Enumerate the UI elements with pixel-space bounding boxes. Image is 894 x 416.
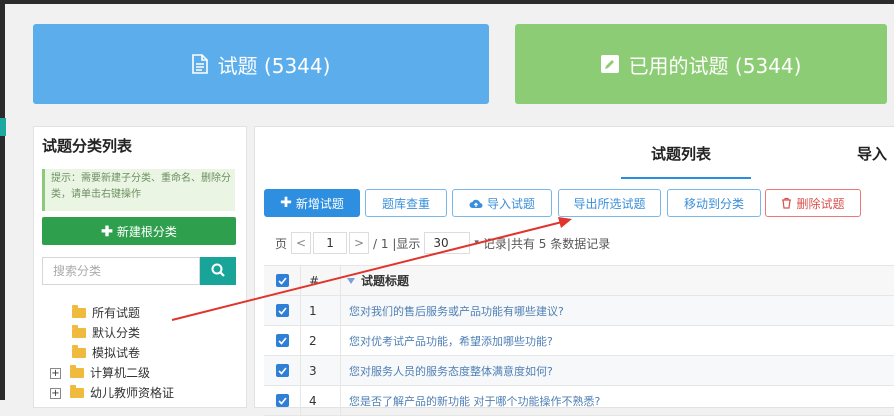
tree-item-teacher-cert[interactable]: + 幼儿教师资格证: [50, 383, 240, 403]
add-question-label: 新增试题: [295, 196, 344, 211]
add-question-button[interactable]: ✚ 新增试题: [264, 189, 360, 217]
move-to-category-label: 移动到分类: [683, 196, 744, 211]
trash-icon: [781, 197, 792, 209]
delete-questions-label: 删除试题: [796, 196, 845, 211]
row-checkbox[interactable]: [275, 394, 289, 407]
category-search-input[interactable]: 搜索分类: [42, 257, 200, 285]
search-icon: [211, 263, 225, 280]
per-page-value: 30: [433, 236, 449, 250]
row-check-cell: [264, 326, 301, 355]
tree-item-label: 计算机二级: [90, 366, 151, 380]
side-accent-mark: [0, 118, 6, 136]
edit-icon: [600, 55, 619, 73]
row-number: 2: [301, 326, 341, 355]
header-check-cell: [264, 266, 301, 295]
tree-item-default[interactable]: 默认分类: [50, 323, 240, 343]
table-header-row: # 试题标题: [264, 265, 894, 296]
expand-icon[interactable]: +: [50, 367, 61, 379]
folder-icon: [72, 345, 86, 358]
tree-item-label: 幼儿教师资格证: [90, 386, 175, 400]
per-page-select[interactable]: 30: [424, 232, 471, 254]
row-checkbox[interactable]: [275, 334, 289, 347]
import-questions-label: 导入试题: [486, 196, 535, 211]
pagination: 页 < 1 > / 1 |显示 30 ▾ 记录|共有 5 条数据记录: [275, 231, 610, 255]
dedupe-label: 题库查重: [381, 196, 430, 211]
used-questions-card[interactable]: 已用的试题 (5344): [515, 24, 887, 104]
question-title-link[interactable]: 您是否了解产品的新功能 对于哪个功能操作不熟悉?: [341, 386, 600, 415]
table-row[interactable]: 2 您对优考试产品功能，希望添加哪些功能?: [264, 326, 894, 356]
sort-arrow-icon: [347, 277, 355, 284]
export-selected-button[interactable]: 导出所选试题: [558, 189, 661, 217]
tree-item-all[interactable]: 所有试题: [50, 303, 240, 323]
header-title: 试题标题: [361, 274, 410, 288]
window-frame-left: [0, 0, 5, 400]
header-title-cell[interactable]: 试题标题: [341, 266, 409, 295]
question-list-panel: 试题列表 导入 ✚ 新增试题 题库查重 导入试题 导出所选试题 移动到分类 删除…: [254, 126, 894, 416]
folder-icon: [70, 385, 84, 398]
dropdown-caret-icon: ▾: [474, 238, 479, 248]
category-tip: 提示：需要新建子分类、重命名、删除分类，请单击右键操作: [42, 169, 235, 211]
row-number: 4: [301, 386, 341, 415]
question-title-link[interactable]: 您对服务人员的服务态度整体满意度如何?: [341, 356, 553, 385]
used-questions-label: 已用的试题 (5344): [628, 53, 802, 78]
row-checkbox[interactable]: [275, 304, 289, 317]
page-number-input[interactable]: 1: [313, 232, 348, 254]
question-table: # 试题标题 1 您对我们的售后服务或产品功能有哪些建议? 2 您对优考试产品功…: [264, 265, 894, 416]
category-search-button[interactable]: [200, 257, 236, 285]
category-panel: 试题分类列表 提示：需要新建子分类、重命名、删除分类，请单击右键操作 ✚ 新建根…: [33, 126, 247, 408]
row-check-cell: [264, 386, 301, 415]
tree-item-label: 默认分类: [92, 326, 141, 340]
row-checkbox[interactable]: [275, 364, 289, 377]
document-icon: [191, 54, 208, 74]
header-num[interactable]: #: [301, 266, 341, 295]
folder-icon: [72, 325, 86, 338]
new-root-category-button[interactable]: ✚ 新建根分类: [42, 217, 236, 245]
tree-item-computer-level2[interactable]: + 计算机二级: [50, 363, 240, 383]
new-root-category-label: 新建根分类: [116, 224, 177, 239]
dedupe-button[interactable]: 题库查重: [365, 189, 447, 217]
folder-icon: [70, 365, 84, 378]
page-total: / 1 |显示: [373, 236, 421, 251]
table-row[interactable]: 4 您是否了解产品的新功能 对于哪个功能操作不熟悉?: [264, 386, 894, 416]
page-label: 页: [275, 236, 288, 251]
questions-count-label: 试题 (5344): [217, 53, 331, 78]
questions-count-card[interactable]: 试题 (5344): [33, 24, 489, 104]
question-title-link[interactable]: 您对优考试产品功能，希望添加哪些功能?: [341, 326, 553, 355]
tab-import[interactable]: 导入: [857, 143, 887, 164]
row-check-cell: [264, 356, 301, 385]
question-title-link[interactable]: 您对我们的售后服务或产品功能有哪些建议?: [341, 296, 564, 325]
plus-icon: ✚: [101, 222, 113, 239]
tree-item-label: 所有试题: [92, 306, 141, 320]
export-selected-label: 导出所选试题: [573, 196, 646, 211]
next-page-button[interactable]: >: [349, 232, 370, 254]
plus-icon: ✚: [280, 195, 292, 211]
delete-questions-button[interactable]: 删除试题: [765, 189, 861, 217]
folder-icon: [72, 305, 86, 318]
select-all-checkbox[interactable]: [275, 274, 289, 287]
row-check-cell: [264, 296, 301, 325]
prev-page-button[interactable]: <: [291, 232, 312, 254]
category-tree: 所有试题 默认分类 模拟试卷 + 计算机二级 + 幼儿教师资格证: [50, 303, 240, 403]
active-tab-indicator: [621, 177, 751, 179]
table-row[interactable]: 3 您对服务人员的服务态度整体满意度如何?: [264, 356, 894, 386]
table-row[interactable]: 1 您对我们的售后服务或产品功能有哪些建议?: [264, 296, 894, 326]
row-number: 1: [301, 296, 341, 325]
category-panel-title: 试题分类列表: [42, 137, 133, 155]
record-count: 记录|共有 5 条数据记录: [482, 236, 611, 251]
window-frame-top: [0, 0, 894, 4]
tree-item-label: 模拟试卷: [92, 346, 141, 360]
import-questions-button[interactable]: 导入试题: [452, 189, 552, 217]
cloud-upload-icon: [469, 198, 483, 209]
row-number: 3: [301, 356, 341, 385]
move-to-category-button[interactable]: 移动到分类: [667, 189, 761, 217]
expand-icon[interactable]: +: [50, 387, 61, 399]
tree-item-mock-exam[interactable]: 模拟试卷: [50, 343, 240, 363]
tab-question-list[interactable]: 试题列表: [651, 143, 711, 164]
